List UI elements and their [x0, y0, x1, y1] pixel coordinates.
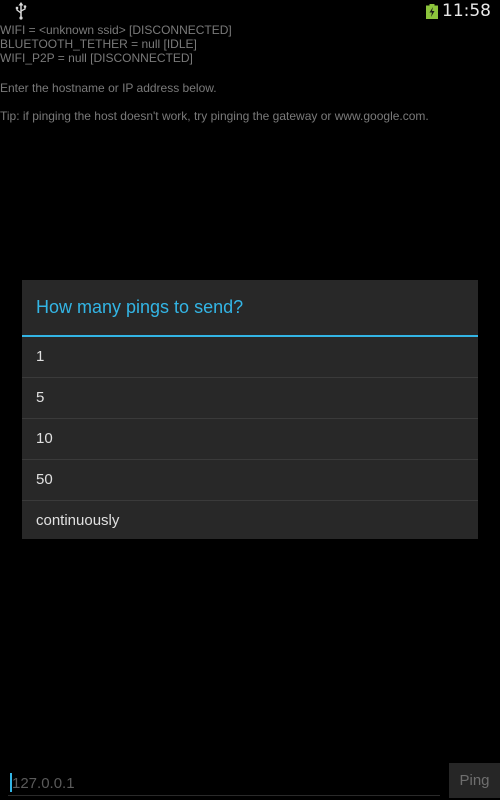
status-bar: 11:58	[0, 0, 500, 22]
ping-count-options: 1 5 10 50 continuously	[22, 337, 478, 541]
text-cursor	[10, 773, 12, 792]
option-label: 1	[36, 348, 45, 365]
dialog-title: How many pings to send?	[36, 297, 244, 317]
ping-count-option-10[interactable]: 10	[22, 419, 478, 460]
option-label: 5	[36, 389, 45, 406]
battery-charging-icon	[426, 4, 438, 19]
ping-count-option-5[interactable]: 5	[22, 378, 478, 419]
hostname-input[interactable]	[8, 770, 444, 796]
usb-icon	[15, 2, 27, 20]
network-status-line: BLUETOOTH_TETHER = null [IDLE]	[0, 37, 197, 51]
instruction-text: Enter the hostname or IP address below.	[0, 81, 217, 95]
ping-app-screen: 11:58 WIFI = <unknown ssid> [DISCONNECTE…	[0, 0, 500, 800]
status-clock: 11:58	[442, 1, 491, 21]
ping-count-dialog: How many pings to send? 1 5 10 50 contin…	[22, 280, 478, 539]
tip-text: Tip: if pinging the host doesn't work, t…	[0, 109, 429, 123]
ping-count-option-50[interactable]: 50	[22, 460, 478, 501]
option-label: continuously	[36, 512, 120, 529]
ping-button[interactable]: Ping	[449, 763, 500, 798]
ping-count-option-1[interactable]: 1	[22, 337, 478, 378]
network-status-line: WIFI_P2P = null [DISCONNECTED]	[0, 51, 193, 65]
ping-count-option-continuously[interactable]: continuously	[22, 501, 478, 541]
network-status-list: WIFI = <unknown ssid> [DISCONNECTED] BLU…	[0, 23, 232, 65]
option-label: 10	[36, 430, 53, 447]
network-status-line: WIFI = <unknown ssid> [DISCONNECTED]	[0, 23, 232, 37]
option-label: 50	[36, 471, 53, 488]
hostname-input-underline	[8, 795, 440, 796]
